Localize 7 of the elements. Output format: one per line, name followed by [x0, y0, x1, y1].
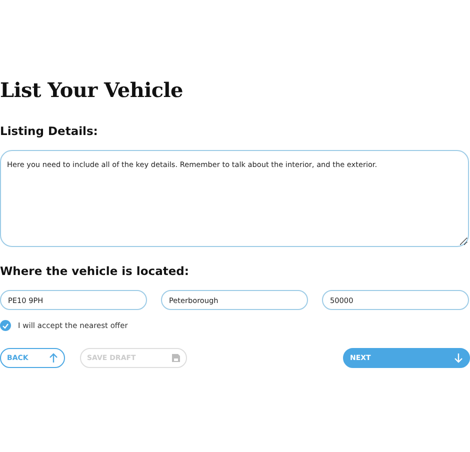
section-heading: Listing Details:: [0, 124, 99, 138]
section-heading: Where the vehicle is located:: [0, 264, 190, 278]
arrow-down-icon: [454, 353, 463, 363]
check-icon: [2, 322, 9, 328]
arrow-up-icon: [49, 353, 58, 363]
checkbox[interactable]: [0, 320, 11, 331]
page-title: List Your Vehicle: [0, 78, 184, 102]
